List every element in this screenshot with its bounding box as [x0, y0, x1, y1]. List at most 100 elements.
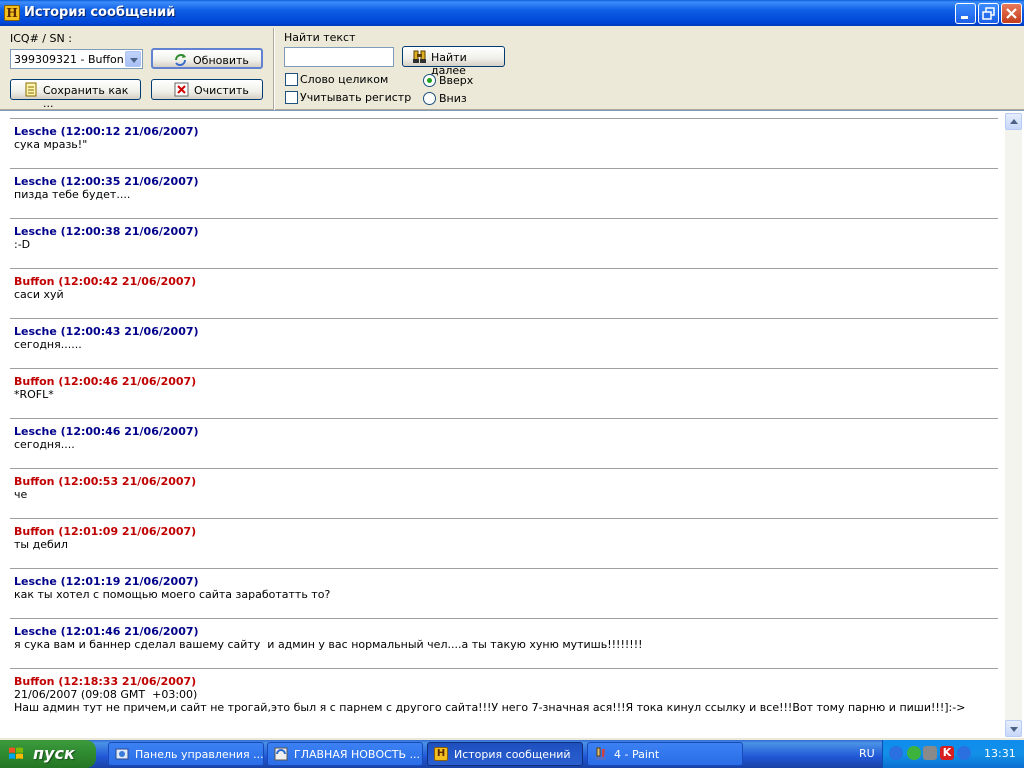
whole-word-label: Слово целиком — [300, 73, 389, 86]
title-bar[interactable]: H История сообщений — [0, 0, 1024, 26]
start-button[interactable]: пуск — [0, 740, 96, 768]
message-text: :-D — [14, 238, 31, 251]
task-label: ГЛАВНАЯ НОВОСТЬ ... — [294, 748, 421, 761]
direction-down-label: Вниз — [439, 92, 467, 105]
match-case-checkbox[interactable] — [285, 91, 298, 104]
binoculars-icon — [413, 50, 426, 63]
browser-icon — [274, 747, 288, 761]
message-header: Buffon (12:01:09 21/06/2007) — [14, 525, 197, 538]
pane-divider — [273, 28, 275, 110]
close-button[interactable] — [1001, 3, 1022, 24]
task-paint[interactable]: 4 - Paint — [587, 742, 743, 766]
paint-icon — [596, 747, 606, 760]
message-item: Lesche (12:00:43 21/06/2007) сегодня.....… — [10, 318, 998, 368]
message-header: Buffon (12:00:53 21/06/2007) — [14, 475, 197, 488]
task-browser[interactable]: ГЛАВНАЯ НОВОСТЬ ... — [267, 742, 423, 766]
message-text: как ты хотел с помощью моего сайта зараб… — [14, 588, 331, 601]
clear-button[interactable]: Очистить — [151, 79, 263, 100]
message-item: Buffon (12:18:33 21/06/2007) 21/06/2007 (… — [10, 668, 998, 728]
task-control-panel[interactable]: Панель управления ... — [108, 742, 264, 766]
message-history-pane[interactable]: Lesche (12:00:12 21/06/2007) сука мразь!"… — [0, 110, 1024, 738]
message-text: сука мразь!" — [14, 138, 88, 151]
system-tray: K 13:31 — [882, 740, 1024, 768]
message-text: ты дебил — [14, 538, 68, 551]
minimize-button[interactable] — [955, 3, 976, 24]
task-label: Панель управления ... — [135, 748, 264, 761]
message-item: Lesche (12:00:12 21/06/2007) сука мразь!" — [10, 118, 998, 168]
message-header: Lesche (12:00:43 21/06/2007) — [14, 325, 199, 338]
tray-computer-icon[interactable] — [923, 746, 937, 760]
whole-word-checkbox[interactable] — [285, 73, 298, 86]
delete-icon — [174, 82, 189, 97]
chevron-down-icon[interactable] — [125, 51, 141, 67]
scroll-up-button[interactable] — [1005, 113, 1022, 130]
tray-chevron-icon[interactable] — [889, 746, 903, 760]
message-header: Lesche (12:00:12 21/06/2007) — [14, 125, 199, 138]
message-item: Buffon (12:00:53 21/06/2007) че — [10, 468, 998, 518]
message-header: Lesche (12:00:35 21/06/2007) — [14, 175, 199, 188]
message-header: Lesche (12:00:38 21/06/2007) — [14, 225, 199, 238]
message-text: я сука вам и баннер сделал вашему сайту … — [14, 638, 643, 651]
task-label: 4 - Paint — [614, 748, 660, 761]
minimize-icon — [961, 16, 968, 19]
refresh-button[interactable]: Обновить — [151, 48, 263, 69]
message-item: Lesche (12:01:46 21/06/2007) я сука вам и… — [10, 618, 998, 668]
message-header: Buffon (12:00:46 21/06/2007) — [14, 375, 197, 388]
windows-logo-icon — [9, 747, 23, 759]
app-icon: H — [434, 747, 448, 761]
save-icon — [25, 82, 37, 97]
find-label: Найти текст — [284, 31, 356, 44]
save-as-button[interactable]: Сохранить как ... — [10, 79, 141, 110]
control-panel-icon — [115, 748, 129, 760]
clock: 13:31 — [984, 747, 1016, 760]
refresh-icon — [175, 54, 186, 66]
history-window: H История сообщений ICQ# / SN : 39930932… — [0, 0, 1024, 740]
message-text: *ROFL* — [14, 388, 54, 401]
language-indicator[interactable]: RU — [859, 747, 875, 760]
message-item: Buffon (12:00:42 21/06/2007) саси хуй — [10, 268, 998, 318]
message-item: Buffon (12:01:09 21/06/2007) ты дебил — [10, 518, 998, 568]
message-text: 21/06/2007 (09:08 GMT +03:00) Наш админ … — [14, 688, 966, 714]
message-header: Lesche (12:01:19 21/06/2007) — [14, 575, 199, 588]
tray-network-icon[interactable] — [907, 746, 921, 760]
message-text: пизда тебе будет.... — [14, 188, 131, 201]
close-icon — [1006, 8, 1017, 19]
tray-antivirus-icon[interactable]: K — [940, 746, 954, 760]
message-text: сегодня.... — [14, 438, 75, 451]
direction-down-radio[interactable] — [423, 92, 436, 105]
find-next-button[interactable]: Найти далее — [402, 46, 505, 77]
save-as-label: Сохранить как ... — [43, 84, 129, 110]
find-input[interactable] — [284, 47, 394, 67]
message-header: Buffon (12:00:42 21/06/2007) — [14, 275, 197, 288]
refresh-label: Обновить — [193, 54, 249, 67]
window-title: История сообщений — [24, 5, 176, 20]
message-item: Lesche (12:01:19 21/06/2007) как ты хотел… — [10, 568, 998, 618]
taskbar: пуск Панель управления ... ГЛАВНАЯ НОВОС… — [0, 740, 1024, 768]
task-label: История сообщений — [454, 748, 571, 761]
message-item: Lesche (12:00:46 21/06/2007) сегодня.... — [10, 418, 998, 468]
app-icon[interactable]: H — [4, 5, 20, 21]
restore-button[interactable] — [978, 3, 999, 24]
direction-up-radio[interactable] — [423, 74, 436, 87]
match-case-label: Учитывать регистр — [300, 91, 412, 104]
vertical-scrollbar[interactable] — [1005, 113, 1022, 737]
message-item: Lesche (12:00:35 21/06/2007) пизда тебе б… — [10, 168, 998, 218]
contact-select-value: 399309321 - Buffon — [14, 53, 124, 66]
message-header: Buffon (12:18:33 21/06/2007) — [14, 675, 197, 688]
task-message-history[interactable]: H История сообщений — [427, 742, 583, 766]
message-item: Lesche (12:00:38 21/06/2007):-D — [10, 218, 998, 268]
icq-label: ICQ# / SN : — [10, 32, 72, 45]
message-header: Lesche (12:00:46 21/06/2007) — [14, 425, 199, 438]
message-item: Buffon (12:00:46 21/06/2007) *ROFL* — [10, 368, 998, 418]
contact-select[interactable]: 399309321 - Buffon — [10, 49, 143, 69]
message-header: Lesche (12:01:46 21/06/2007) — [14, 625, 199, 638]
message-list: Lesche (12:00:12 21/06/2007) сука мразь!"… — [10, 118, 998, 728]
message-text: че — [14, 488, 28, 501]
message-text: сегодня...... — [14, 338, 82, 351]
message-text: саси хуй — [14, 288, 64, 301]
restore-icon — [982, 7, 995, 20]
direction-up-label: Вверх — [439, 74, 474, 87]
tray-help-icon[interactable] — [957, 746, 971, 760]
start-label: пуск — [33, 744, 75, 763]
scroll-down-button[interactable] — [1005, 720, 1022, 737]
